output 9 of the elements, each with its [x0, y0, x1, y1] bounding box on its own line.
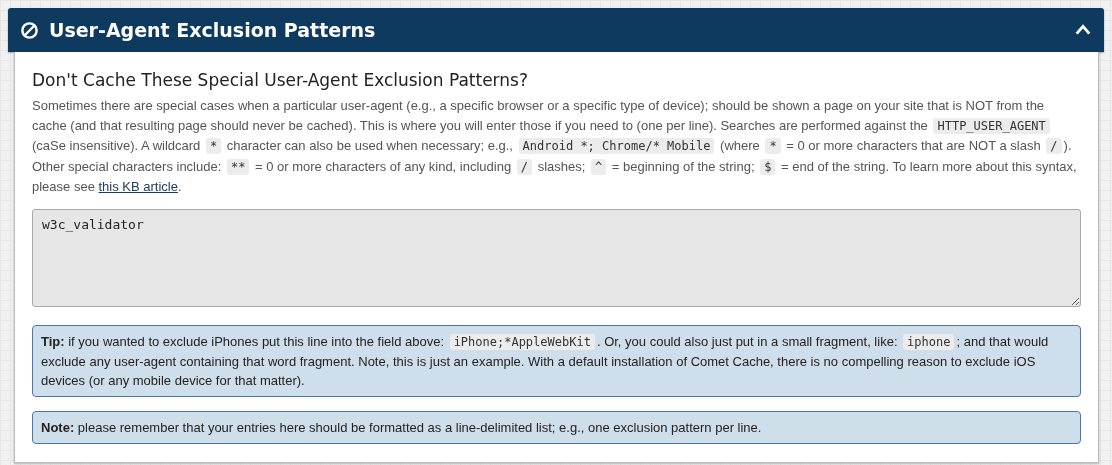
- panel-title: User-Agent Exclusion Patterns: [49, 19, 376, 41]
- info-note: Tip: if you wanted to exclude iPhones put this line into the field above: iPhone;*AppleWebKit . Or, you could also just put in a small fragment, like: iphone ; and that would exclude any user-agent containing that word fragment. Note, this is just an example. With a default installation of Comet Cache, there is no compelling reason to exclude iOS devices (or any mobile device for that matter).: [32, 324, 1081, 397]
- panel-header[interactable]: User-Agent Exclusion Patterns: [8, 8, 1104, 52]
- kb-article-link[interactable]: this KB article: [98, 179, 178, 194]
- patterns-field[interactable]: w3c_validator: [32, 208, 1081, 307]
- section-heading: Don't Cache These Special User-Agent Exclusion Patterns?: [32, 70, 529, 90]
- ban-icon: [20, 20, 39, 40]
- description-paragraph: Sometimes there are special cases when a particular user-agent (e.g., a specific browser or a specific type of device); should be shown a page on your site that is NOT from the cache (and that resulting page should never be cached). This is where you will enter those if you need to (one per line). Searches are performed against the HTTP_USER_AGENT (caSe insensitive). A wildcard * character can also be used when necessary; e.g., Android *; Chrome/* Mobile (where * = 0 or more characters that are NOT a slash / ). Other special characters include: ** = 0 or more characters of any kind, including / slashes; ^ = beginning of the string; $ = end of the string. To learn more about this syntax, please see this KB article.: [32, 97, 1078, 196]
- info-note: Note: please remember that your entries here should be formatted as a line-delimited list; e.g., one exclusion pattern per line.: [32, 410, 1081, 444]
